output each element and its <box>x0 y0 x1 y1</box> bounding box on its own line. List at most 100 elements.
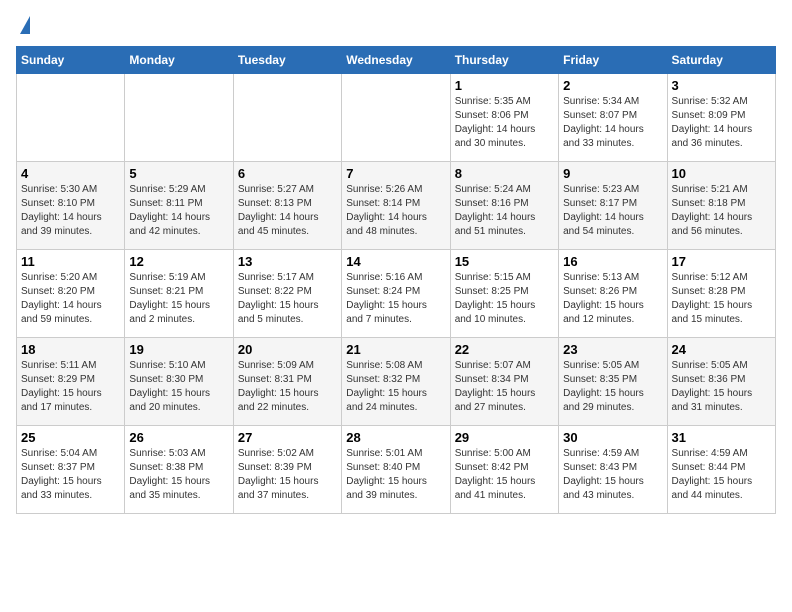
calendar-cell: 16Sunrise: 5:13 AM Sunset: 8:26 PM Dayli… <box>559 250 667 338</box>
day-info: Sunrise: 5:10 AM Sunset: 8:30 PM Dayligh… <box>129 359 228 415</box>
calendar-cell: 27 Sunrise: 5:02 AM Sunset: 8:39 PM Dayli… <box>233 426 341 514</box>
day-number: 25 <box>21 430 120 445</box>
day-number: 7 <box>346 166 445 181</box>
day-info: Sunrise: 5:26 AM Sunset: 8:14 PM Dayligh… <box>346 183 445 239</box>
calendar-cell: 10Sunrise: 5:21 AM Sunset: 8:18 PM Dayli… <box>667 162 775 250</box>
day-number: 26 <box>129 430 228 445</box>
calendar-cell: 3 Sunrise: 5:32 AM Sunset: 8:09 PM Daylig… <box>667 74 775 162</box>
day-info: Sunrise: 5:13 AM Sunset: 8:26 PM Dayligh… <box>563 271 662 327</box>
day-info: Sunrise: 5:03 AM Sunset: 8:38 PM Dayligh… <box>129 447 228 503</box>
day-info: Sunrise: 5:05 AM Sunset: 8:35 PM Dayligh… <box>563 359 662 415</box>
day-info: Sunrise: 5:21 AM Sunset: 8:18 PM Dayligh… <box>672 183 771 239</box>
day-number: 12 <box>129 254 228 269</box>
day-number: 17 <box>672 254 771 269</box>
calendar-cell: 26 Sunrise: 5:03 AM Sunset: 8:38 PM Dayli… <box>125 426 233 514</box>
day-info: Sunrise: 5:32 AM Sunset: 8:09 PM Dayligh… <box>672 95 771 151</box>
header-day: Wednesday <box>342 47 450 74</box>
calendar-cell: 17 Sunrise: 5:12 AM Sunset: 8:28 PM Dayli… <box>667 250 775 338</box>
day-number: 14 <box>346 254 445 269</box>
day-number: 6 <box>238 166 337 181</box>
day-number: 8 <box>455 166 554 181</box>
calendar-cell: 6 Sunrise: 5:27 AM Sunset: 8:13 PM Daylig… <box>233 162 341 250</box>
calendar-week-row: 4Sunrise: 5:30 AM Sunset: 8:10 PM Daylig… <box>17 162 776 250</box>
day-number: 23 <box>563 342 662 357</box>
day-number: 1 <box>455 78 554 93</box>
calendar-cell: 22 Sunrise: 5:07 AM Sunset: 8:34 PM Dayli… <box>450 338 558 426</box>
calendar-cell: 9 Sunrise: 5:23 AM Sunset: 8:17 PM Daylig… <box>559 162 667 250</box>
page-header <box>16 16 776 36</box>
day-info: Sunrise: 5:29 AM Sunset: 8:11 PM Dayligh… <box>129 183 228 239</box>
day-info: Sunrise: 5:20 AM Sunset: 8:20 PM Dayligh… <box>21 271 120 327</box>
day-info: Sunrise: 5:15 AM Sunset: 8:25 PM Dayligh… <box>455 271 554 327</box>
day-info: Sunrise: 5:34 AM Sunset: 8:07 PM Dayligh… <box>563 95 662 151</box>
calendar-cell: 25 Sunrise: 5:04 AM Sunset: 8:37 PM Dayli… <box>17 426 125 514</box>
day-number: 22 <box>455 342 554 357</box>
day-info: Sunrise: 5:35 AM Sunset: 8:06 PM Dayligh… <box>455 95 554 151</box>
calendar-cell: 7 Sunrise: 5:26 AM Sunset: 8:14 PM Daylig… <box>342 162 450 250</box>
calendar-cell: 24 Sunrise: 5:05 AM Sunset: 8:36 PM Dayli… <box>667 338 775 426</box>
calendar-week-row: 1 Sunrise: 5:35 AM Sunset: 8:06 PM Daylig… <box>17 74 776 162</box>
calendar-cell: 15 Sunrise: 5:15 AM Sunset: 8:25 PM Dayli… <box>450 250 558 338</box>
calendar-cell: 2 Sunrise: 5:34 AM Sunset: 8:07 PM Daylig… <box>559 74 667 162</box>
day-number: 5 <box>129 166 228 181</box>
calendar-cell <box>125 74 233 162</box>
day-info: Sunrise: 5:09 AM Sunset: 8:31 PM Dayligh… <box>238 359 337 415</box>
header-day: Saturday <box>667 47 775 74</box>
calendar-cell: 11 Sunrise: 5:20 AM Sunset: 8:20 PM Dayli… <box>17 250 125 338</box>
header-day: Monday <box>125 47 233 74</box>
day-number: 30 <box>563 430 662 445</box>
header-day: Thursday <box>450 47 558 74</box>
day-number: 13 <box>238 254 337 269</box>
calendar-cell: 30Sunrise: 4:59 AM Sunset: 8:43 PM Dayli… <box>559 426 667 514</box>
day-info: Sunrise: 5:16 AM Sunset: 8:24 PM Dayligh… <box>346 271 445 327</box>
day-number: 18 <box>21 342 120 357</box>
day-number: 15 <box>455 254 554 269</box>
calendar-cell: 8 Sunrise: 5:24 AM Sunset: 8:16 PM Daylig… <box>450 162 558 250</box>
header-day: Sunday <box>17 47 125 74</box>
calendar-cell <box>342 74 450 162</box>
day-info: Sunrise: 5:12 AM Sunset: 8:28 PM Dayligh… <box>672 271 771 327</box>
calendar-cell <box>17 74 125 162</box>
calendar-cell: 29 Sunrise: 5:00 AM Sunset: 8:42 PM Dayli… <box>450 426 558 514</box>
day-info: Sunrise: 5:23 AM Sunset: 8:17 PM Dayligh… <box>563 183 662 239</box>
calendar-cell: 19Sunrise: 5:10 AM Sunset: 8:30 PM Dayli… <box>125 338 233 426</box>
day-number: 20 <box>238 342 337 357</box>
day-info: Sunrise: 5:11 AM Sunset: 8:29 PM Dayligh… <box>21 359 120 415</box>
day-info: Sunrise: 5:08 AM Sunset: 8:32 PM Dayligh… <box>346 359 445 415</box>
calendar-cell <box>233 74 341 162</box>
calendar-cell: 14 Sunrise: 5:16 AM Sunset: 8:24 PM Dayli… <box>342 250 450 338</box>
logo <box>16 16 30 36</box>
calendar-week-row: 18 Sunrise: 5:11 AM Sunset: 8:29 PM Dayli… <box>17 338 776 426</box>
day-info: Sunrise: 4:59 AM Sunset: 8:44 PM Dayligh… <box>672 447 771 503</box>
calendar-cell: 13 Sunrise: 5:17 AM Sunset: 8:22 PM Dayli… <box>233 250 341 338</box>
day-number: 31 <box>672 430 771 445</box>
calendar-week-row: 11 Sunrise: 5:20 AM Sunset: 8:20 PM Dayli… <box>17 250 776 338</box>
day-info: Sunrise: 5:17 AM Sunset: 8:22 PM Dayligh… <box>238 271 337 327</box>
day-info: Sunrise: 5:00 AM Sunset: 8:42 PM Dayligh… <box>455 447 554 503</box>
calendar-cell: 12Sunrise: 5:19 AM Sunset: 8:21 PM Dayli… <box>125 250 233 338</box>
day-number: 2 <box>563 78 662 93</box>
day-number: 27 <box>238 430 337 445</box>
day-number: 24 <box>672 342 771 357</box>
day-info: Sunrise: 5:30 AM Sunset: 8:10 PM Dayligh… <box>21 183 120 239</box>
day-number: 9 <box>563 166 662 181</box>
day-info: Sunrise: 5:01 AM Sunset: 8:40 PM Dayligh… <box>346 447 445 503</box>
day-info: Sunrise: 5:05 AM Sunset: 8:36 PM Dayligh… <box>672 359 771 415</box>
day-number: 21 <box>346 342 445 357</box>
day-number: 28 <box>346 430 445 445</box>
day-info: Sunrise: 5:02 AM Sunset: 8:39 PM Dayligh… <box>238 447 337 503</box>
calendar-cell: 1 Sunrise: 5:35 AM Sunset: 8:06 PM Daylig… <box>450 74 558 162</box>
day-info: Sunrise: 5:24 AM Sunset: 8:16 PM Dayligh… <box>455 183 554 239</box>
calendar-cell: 5 Sunrise: 5:29 AM Sunset: 8:11 PM Daylig… <box>125 162 233 250</box>
day-number: 11 <box>21 254 120 269</box>
calendar-table: SundayMondayTuesdayWednesdayThursdayFrid… <box>16 46 776 514</box>
header-day: Tuesday <box>233 47 341 74</box>
calendar-cell: 28 Sunrise: 5:01 AM Sunset: 8:40 PM Dayli… <box>342 426 450 514</box>
calendar-body: 1 Sunrise: 5:35 AM Sunset: 8:06 PM Daylig… <box>17 74 776 514</box>
day-number: 3 <box>672 78 771 93</box>
day-info: Sunrise: 5:04 AM Sunset: 8:37 PM Dayligh… <box>21 447 120 503</box>
day-number: 29 <box>455 430 554 445</box>
day-info: Sunrise: 5:27 AM Sunset: 8:13 PM Dayligh… <box>238 183 337 239</box>
day-info: Sunrise: 5:07 AM Sunset: 8:34 PM Dayligh… <box>455 359 554 415</box>
logo-triangle-icon <box>20 16 30 34</box>
